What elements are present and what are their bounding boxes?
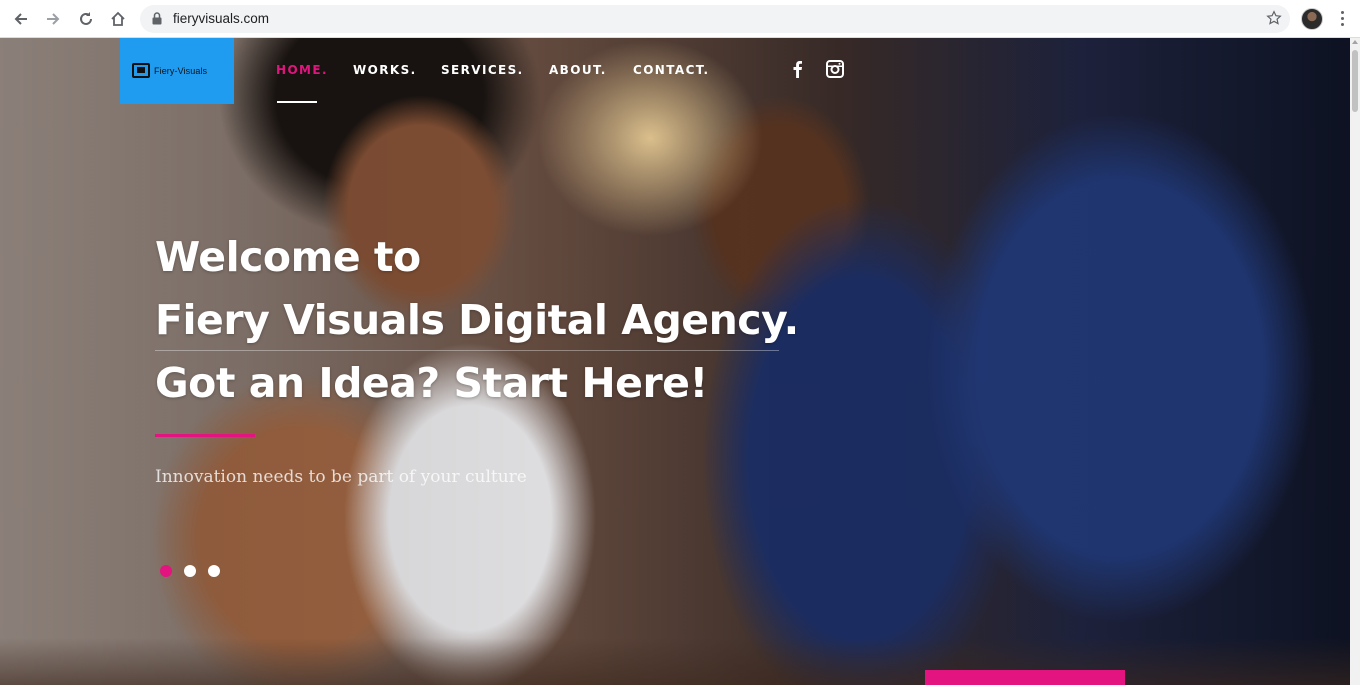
forward-arrow-icon[interactable] [43,9,63,29]
nav-services[interactable]: SERVICES. [441,63,524,77]
headline-line-1: Welcome to [155,233,421,281]
browser-toolbar: fieryvisuals.com [0,0,1360,38]
slider-dot-2[interactable] [184,565,196,577]
page-scrollbar[interactable] [1350,38,1360,685]
back-arrow-icon[interactable] [11,9,31,29]
headline-divider [155,350,779,351]
nav-contact[interactable]: CONTACT. [633,63,710,77]
facebook-icon[interactable] [790,60,804,83]
scrollbar-thumb[interactable] [1352,50,1358,112]
slider-dot-3[interactable] [208,565,220,577]
hero-floor [0,638,1350,685]
page-viewport: Fiery-Visuals HOME. WORKS. SERVICES. ABO… [0,38,1350,685]
reload-icon[interactable] [76,9,96,29]
headline-line-2: Fiery Visuals Digital Agency. [155,296,799,344]
home-icon[interactable] [108,9,128,29]
nav-active-underline [277,101,317,103]
hero-headline: Welcome to Fiery Visuals Digital Agency.… [155,226,799,415]
logo-icon [132,63,150,78]
nav-home[interactable]: HOME. [276,63,328,77]
profile-avatar[interactable] [1301,8,1323,30]
kebab-menu-icon[interactable] [1340,11,1346,27]
url-text[interactable]: fieryvisuals.com [173,11,269,26]
nav-about[interactable]: ABOUT. [549,63,607,77]
site-logo[interactable]: Fiery-Visuals [120,38,234,104]
instagram-icon[interactable] [826,60,844,83]
accent-bar [925,670,1125,685]
accent-rule [155,434,255,437]
nav-works[interactable]: WORKS. [353,63,417,77]
headline-line-3: Got an Idea? Start Here! [155,359,708,407]
address-bar[interactable]: fieryvisuals.com [140,5,1290,33]
scroll-up-icon[interactable] [1352,40,1358,44]
hero-tagline: Innovation needs to be part of your cult… [155,467,527,487]
star-icon[interactable] [1266,10,1282,31]
slider-dot-1[interactable] [160,565,172,577]
lock-icon [152,12,162,30]
logo-text: Fiery-Visuals [154,66,208,76]
